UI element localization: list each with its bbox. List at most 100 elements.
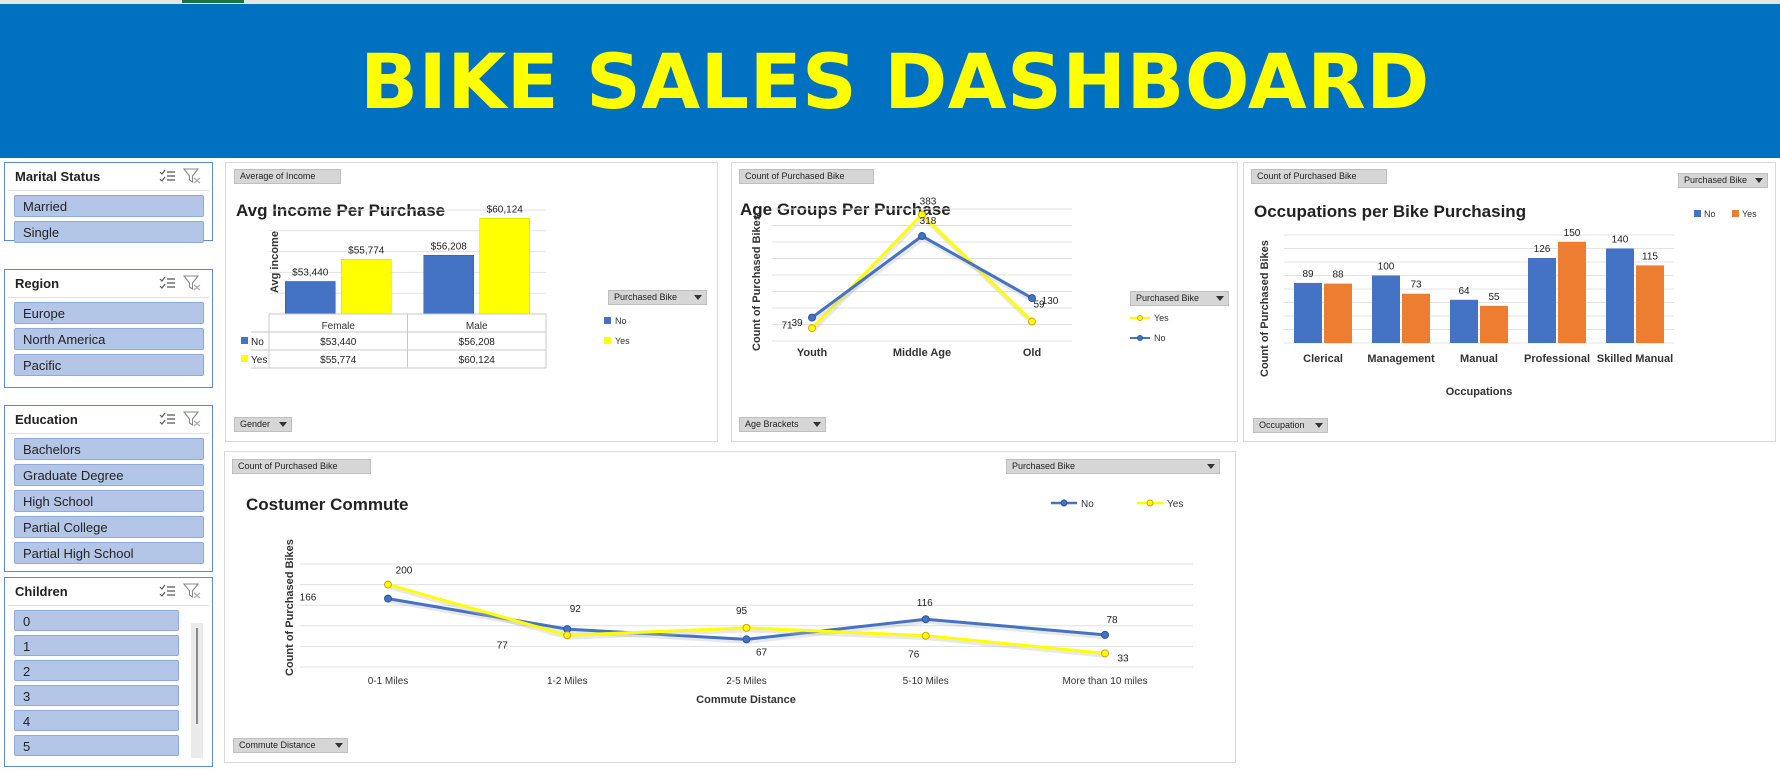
data-point [921, 615, 930, 624]
data-label: 77 [497, 640, 509, 651]
slicer-item-high-school[interactable]: High School [14, 490, 204, 512]
bar-no [1372, 275, 1400, 343]
dropdown-arrow-icon [1216, 296, 1224, 301]
data-point [384, 580, 392, 589]
table-cell: $53,440 [320, 337, 357, 348]
panel-age: Count of Purchased Bike Age Groups Per P… [731, 162, 1238, 442]
legend-label: Yes [1742, 209, 1757, 219]
y-axis-label: Avg income [269, 231, 281, 293]
x-axis-label: Commute Distance [696, 694, 796, 706]
scrollbar-thumb[interactable] [196, 628, 198, 724]
data-label: 73 [1410, 280, 1422, 291]
dropdown-arrow-icon [335, 743, 343, 748]
data-label: 78 [1106, 615, 1118, 626]
table-cell: $60,124 [459, 355, 496, 366]
legend-label: No [1704, 209, 1716, 219]
bar-no [1450, 299, 1478, 343]
slicer-item-bachelors[interactable]: Bachelors [14, 438, 204, 460]
x-tick-label: Manual [1460, 353, 1498, 365]
clear-filter-icon[interactable] [182, 275, 201, 296]
data-label: $53,440 [292, 267, 329, 278]
data-label: 33 [1117, 653, 1129, 664]
data-label: 92 [570, 604, 582, 615]
slicer-header: Education [8, 406, 209, 434]
panel-income: Average of Income Avg Income Per Purchas… [225, 162, 718, 442]
data-point [563, 631, 572, 640]
slicer-item-single[interactable]: Single [14, 221, 204, 243]
dropdown-arrow-icon [1315, 423, 1323, 428]
slicer-item-4[interactable]: 4 [14, 710, 179, 731]
data-point [918, 232, 926, 241]
slicer-header: Children [8, 578, 209, 606]
x-tick-label: Management [1367, 353, 1435, 365]
data-label: $55,774 [348, 245, 385, 256]
x-axis-label: Occupations [1446, 386, 1513, 398]
slicer-region[interactable]: Region Europe North America Pacific [4, 269, 213, 388]
slicer-item-0[interactable]: 0 [14, 610, 179, 631]
x-tick-label: Old [1023, 347, 1041, 359]
dropdown-arrow-icon [813, 422, 821, 427]
data-label: 64 [1458, 286, 1470, 297]
clear-filter-icon[interactable] [182, 583, 201, 604]
y-axis-label: Count of Purchased Bikes [1259, 240, 1271, 377]
x-tick-label: 0-1 Miles [368, 676, 409, 687]
multi-select-icon[interactable] [159, 169, 175, 188]
data-label: 126 [1534, 244, 1551, 255]
bar-yes [1324, 283, 1352, 343]
field-button-legend[interactable]: Purchased Bike [608, 290, 707, 305]
bar-no [285, 281, 336, 315]
x-tick-label: 1-2 Miles [547, 676, 588, 687]
data-label: 71 [781, 321, 793, 332]
x-tick-label: Professional [1524, 353, 1590, 365]
slicer-item-partial-college[interactable]: Partial College [14, 516, 204, 538]
data-point [1028, 317, 1036, 326]
chart-commute-svg: 166 92 67 116 78 200 77 95 76 33 0-1 Miles 1-2 Mile… [284, 499, 1193, 706]
data-label: 200 [396, 566, 413, 577]
bar-yes [341, 259, 392, 315]
field-button-axis[interactable]: Age Brackets [739, 417, 826, 432]
dropdown-arrow-icon [279, 422, 287, 427]
slicer-item-1[interactable]: 1 [14, 635, 179, 656]
data-label: 95 [736, 606, 748, 617]
multi-select-icon[interactable] [159, 276, 175, 295]
slicer-item-graduate-degree[interactable]: Graduate Degree [14, 464, 204, 486]
bar-yes [1636, 265, 1664, 343]
field-button-axis[interactable]: Gender [234, 417, 292, 432]
slicer-item-partial-high-school[interactable]: Partial High School [14, 542, 204, 564]
slicer-marital-status[interactable]: Marital Status Married Single [4, 162, 213, 243]
slicer-item-north-america[interactable]: North America [14, 328, 204, 350]
data-point [742, 623, 751, 632]
chart-occupation-svg: 89 88 Clerical 100 73 Management 64 55 Manual 126… [1259, 209, 1757, 398]
slicer-item-europe[interactable]: Europe [14, 302, 204, 324]
legend-label: Yes [1167, 499, 1183, 510]
multi-select-icon[interactable] [159, 584, 175, 603]
data-label: 89 [1302, 269, 1314, 280]
field-button-axis[interactable]: Occupation [1253, 418, 1328, 433]
slicer-scrollbar[interactable] [191, 623, 203, 758]
legend-label: Yes [615, 336, 630, 346]
clear-filter-icon[interactable] [182, 411, 201, 432]
table-row-key: No [251, 337, 264, 348]
slicer-item-3[interactable]: 3 [14, 685, 179, 706]
slicer-item-pacific[interactable]: Pacific [14, 354, 204, 376]
data-label: 140 [1612, 235, 1629, 246]
field-button-axis[interactable]: Commute Distance [233, 738, 348, 753]
slicer-item-5[interactable]: 5 [14, 735, 179, 756]
field-button-legend[interactable]: Purchased Bike [1130, 291, 1229, 306]
panel-commute: Count of Purchased Bike Purchased Bike C… [224, 451, 1236, 763]
multi-select-icon[interactable] [159, 412, 175, 431]
legend-marker [1137, 335, 1143, 341]
data-label: 55 [1488, 292, 1500, 303]
data-point [921, 631, 930, 640]
data-label: 383 [920, 197, 937, 208]
slicer-item-married[interactable]: Married [14, 195, 204, 217]
data-label: 150 [1564, 228, 1581, 239]
bar-no [423, 255, 474, 315]
table-row-key: Yes [251, 355, 267, 366]
slicer-item-2[interactable]: 2 [14, 660, 179, 681]
slicer-children[interactable]: Children 0 1 2 3 4 5 [4, 577, 213, 767]
data-point [1101, 630, 1109, 639]
data-point [1028, 294, 1036, 303]
clear-filter-icon[interactable] [182, 168, 201, 189]
slicer-education[interactable]: Education Bachelors Graduate Degree High… [4, 405, 213, 572]
